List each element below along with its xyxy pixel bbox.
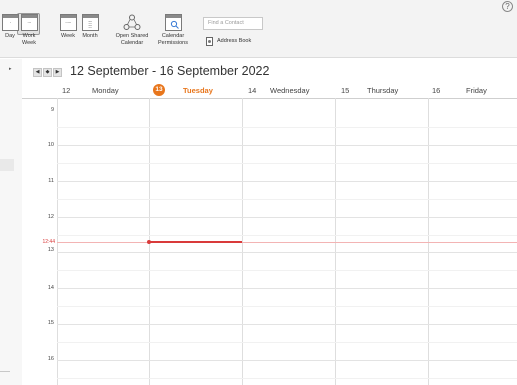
hour-label: 13 (47, 247, 54, 253)
hour-line (57, 181, 517, 182)
calendar-week-icon: ····· (59, 14, 77, 31)
left-navigation-rail (0, 59, 22, 385)
half-hour-line (57, 163, 517, 164)
calendar-work-week-icon: ··· (20, 14, 38, 31)
today-button[interactable]: ◆ (43, 68, 52, 77)
shared-calendar-icon (123, 14, 141, 30)
day-name: Thursday (367, 85, 399, 95)
day-name: Friday (466, 85, 487, 95)
day-column-header[interactable]: 14 Wednesday (248, 82, 309, 98)
open-shared-calendar-button[interactable]: Open Shared Calendar (112, 14, 152, 56)
half-hour-line (57, 342, 517, 343)
date-range-title: 12 September - 16 September 2022 (70, 64, 270, 78)
hour-line (57, 252, 517, 253)
day-name: Monday (92, 85, 119, 95)
find-contact-input[interactable]: Find a Contact (203, 17, 263, 30)
day-header-row: 12 Monday 13 Tuesday 14 Wednesday 15 Thu… (22, 82, 517, 98)
magnifier-icon (170, 20, 179, 29)
address-book-label: Address Book (217, 38, 252, 44)
day-number: 15 (341, 85, 350, 95)
week-view-button[interactable]: ····· Week (58, 14, 78, 56)
hour-line (57, 145, 517, 146)
hour-label: 10 (47, 142, 54, 148)
day-column-header[interactable]: 15 Thursday (341, 82, 398, 98)
day-column-header[interactable]: 16 Friday (432, 82, 487, 98)
day-view-button[interactable]: · Day (2, 14, 19, 56)
sidebar-splitter[interactable] (0, 159, 14, 171)
day-number: 14 (248, 85, 257, 95)
open-shared-calendar-label: Open Shared Calendar (115, 33, 149, 46)
hour-label: 12 (47, 214, 54, 220)
month-view-button[interactable]: :::::::: Month (79, 14, 101, 56)
half-hour-line (57, 378, 517, 379)
hour-label: 9 (50, 107, 54, 113)
hour-label: 14 (47, 285, 54, 291)
calendar-day-icon: · (2, 14, 19, 31)
expand-sidebar-icon[interactable]: ▸ (9, 66, 12, 72)
half-hour-line (57, 270, 517, 271)
hour-line (57, 360, 517, 361)
ribbon-toolbar: ? · Day ··· Work Week ····· Week :::::::… (0, 0, 517, 58)
week-view-label: Week (61, 33, 75, 39)
work-week-view-label: Work Week (22, 33, 36, 46)
half-hour-line (57, 306, 517, 307)
date-navigation: ◀ ◆ ▶ (33, 68, 62, 77)
work-week-view-button[interactable]: ··· Work Week (19, 14, 39, 56)
current-time-line (149, 241, 242, 243)
day-number: 16 (432, 85, 441, 95)
current-time-dot (147, 240, 151, 244)
month-view-label: Month (82, 33, 98, 39)
address-book-icon (206, 36, 213, 46)
half-hour-line (57, 127, 517, 128)
day-view-label: Day (5, 33, 15, 39)
hour-line (57, 288, 517, 289)
previous-week-button[interactable]: ◀ (33, 68, 42, 77)
day-column-header-today[interactable]: 13 Tuesday (153, 82, 213, 98)
day-number: 12 (62, 85, 71, 95)
help-icon[interactable]: ? (502, 1, 513, 12)
calendar-permissions-icon (164, 14, 182, 31)
hour-line (57, 217, 517, 218)
day-column-header[interactable]: 12 Monday (62, 82, 119, 98)
hour-label: 11 (48, 178, 54, 184)
calendar-month-icon: :::::::: (81, 14, 99, 31)
sidebar-divider (0, 371, 10, 372)
current-time-label: 12:44 (42, 239, 55, 245)
hour-label: 16 (47, 356, 54, 362)
calendar-permissions-button[interactable]: Calendar Permissions (153, 14, 193, 56)
day-name: Wednesday (270, 85, 310, 95)
hour-line (57, 324, 517, 325)
hour-label: 15 (47, 320, 54, 326)
address-book-button[interactable]: Address Book (206, 36, 251, 46)
half-hour-line (57, 199, 517, 200)
half-hour-line (57, 235, 517, 236)
day-name: Tuesday (183, 85, 213, 95)
calendar-permissions-label: Calendar Permissions (158, 33, 188, 46)
current-time-line-faint (57, 242, 517, 243)
today-date-badge: 13 (153, 84, 165, 96)
next-week-button[interactable]: ▶ (53, 68, 62, 77)
